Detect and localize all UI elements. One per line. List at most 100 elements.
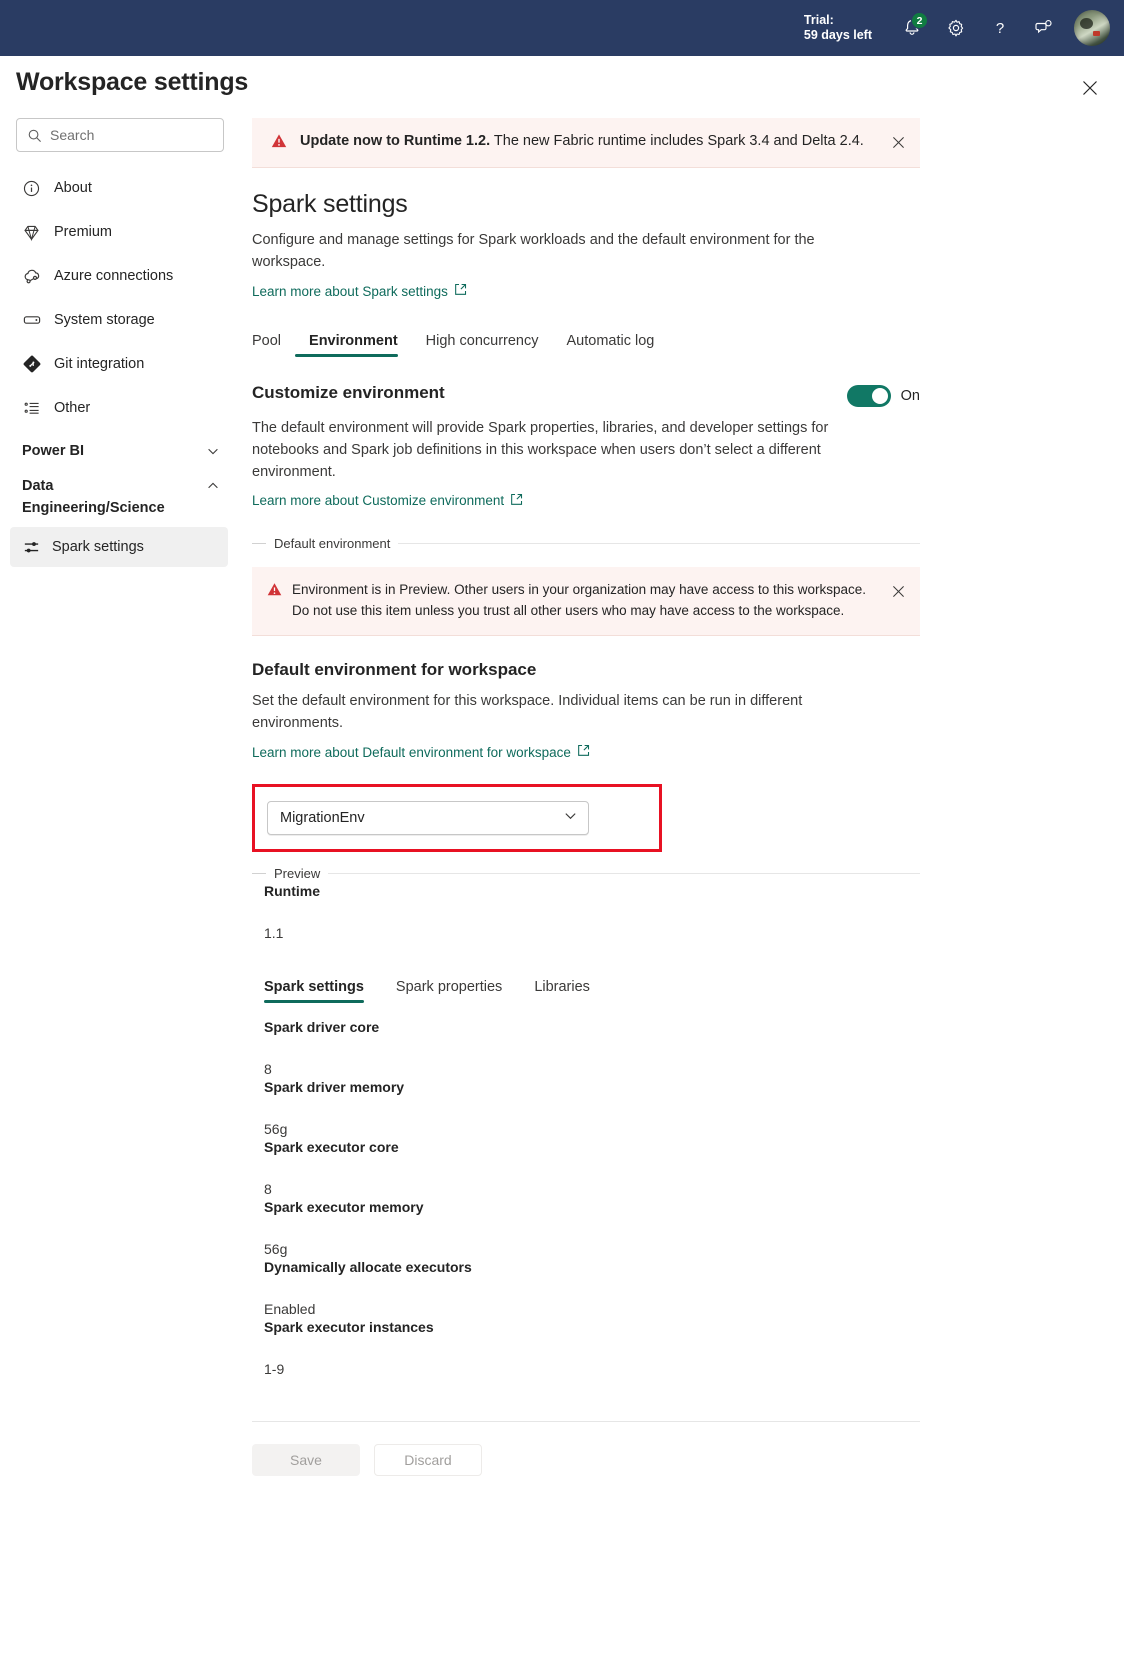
chevron-down-icon xyxy=(563,808,578,828)
default-environment-title: Default environment for workspace xyxy=(252,660,537,679)
close-icon xyxy=(892,136,904,148)
git-diamond-icon xyxy=(22,354,50,374)
inner-tab-spark-settings[interactable]: Spark settings xyxy=(264,975,380,1005)
setting-row: Spark driver core 8 xyxy=(264,1019,920,1077)
setting-label: Spark executor core xyxy=(264,1138,399,1155)
tab-automatic-log[interactable]: Automatic log xyxy=(552,327,668,359)
setting-label: Spark driver core xyxy=(264,1018,380,1035)
trial-label: Trial: xyxy=(803,13,834,27)
setting-value: Enabled xyxy=(264,1300,316,1317)
sidebar-group-label: Data Engineering/Science xyxy=(22,478,165,516)
sidebar-group-power-bi[interactable]: Power BI xyxy=(0,430,240,465)
storage-icon xyxy=(22,310,50,330)
settings-button[interactable] xyxy=(934,6,978,50)
app-bar-actions: Trial: 59 days left 2 ? xyxy=(804,6,1124,50)
learn-more-default-environment-link[interactable]: Learn more about Default environment for… xyxy=(252,744,590,760)
save-button[interactable]: Save xyxy=(252,1443,360,1476)
search-box[interactable] xyxy=(16,118,224,152)
search-icon xyxy=(28,129,41,142)
setting-value: 8 xyxy=(264,1180,272,1197)
runtime-label: Runtime xyxy=(264,882,320,899)
gear-icon xyxy=(948,19,964,37)
runtime-update-text: Update now to Runtime 1.2. The new Fabri… xyxy=(300,130,900,152)
sidebar-nav: About Premium Azure connections System s… xyxy=(0,166,240,430)
external-link-icon xyxy=(454,283,467,299)
customize-environment-title: Customize environment xyxy=(252,382,445,402)
fieldset-dash xyxy=(252,543,266,544)
dismiss-runtime-notice-button[interactable] xyxy=(886,130,910,154)
question-mark-icon: ? xyxy=(996,20,1004,37)
sidebar-item-label: Git integration xyxy=(54,356,145,372)
inner-tab-spark-properties[interactable]: Spark properties xyxy=(380,975,518,1005)
external-link-icon xyxy=(510,493,523,509)
sidebar-item-other[interactable]: Other xyxy=(0,386,240,430)
customize-environment-toggle[interactable] xyxy=(846,384,891,407)
environment-preview-panel: Runtime 1.1 xyxy=(252,883,920,941)
preview-fieldset-legend: Preview xyxy=(252,866,920,881)
link-label: Learn more about Spark settings xyxy=(252,283,448,299)
svg-text:?: ? xyxy=(996,20,1004,37)
setting-label: Spark executor memory xyxy=(264,1198,424,1215)
feedback-button[interactable] xyxy=(1022,6,1066,50)
sidebar-group-label: Power BI xyxy=(22,443,85,459)
avatar[interactable] xyxy=(1074,10,1110,46)
link-label: Learn more about Customize environment xyxy=(252,493,505,508)
sidebar-item-label: Other xyxy=(54,400,91,416)
footer-actions: Save Discard xyxy=(252,1443,920,1476)
environment-selector-highlight: MigrationEnv xyxy=(252,783,662,852)
cloud-link-icon xyxy=(22,266,50,286)
tab-high-concurrency[interactable]: High concurrency xyxy=(412,327,553,359)
chevron-up-icon xyxy=(206,479,220,498)
help-button[interactable]: ? xyxy=(978,6,1022,50)
notifications-button[interactable]: 2 xyxy=(890,6,934,50)
sidebar-item-label: Premium xyxy=(54,224,113,240)
spark-settings-list: Spark driver core 8 Spark driver memory … xyxy=(252,1019,920,1377)
learn-more-spark-settings-link[interactable]: Learn more about Spark settings xyxy=(252,283,467,299)
environment-select[interactable]: MigrationEnv xyxy=(267,800,589,835)
sidebar-item-git-integration[interactable]: Git integration xyxy=(0,342,240,386)
default-environment-fieldset-legend: Default environment xyxy=(252,536,920,551)
fieldset-rule xyxy=(328,872,920,874)
preview-notice-text: Environment is in Preview. Other users i… xyxy=(292,579,866,621)
sidebar-item-system-storage[interactable]: System storage xyxy=(0,298,240,342)
link-label: Learn more about Default environment for… xyxy=(252,744,571,760)
customize-environment-row: Customize environment On xyxy=(252,359,920,407)
tab-environment[interactable]: Environment xyxy=(295,327,412,359)
close-panel-button[interactable] xyxy=(1074,72,1106,104)
discard-button[interactable]: Discard xyxy=(374,1443,482,1476)
sidebar-item-azure-connections[interactable]: Azure connections xyxy=(0,254,240,298)
tab-pool[interactable]: Pool xyxy=(252,327,295,359)
search-input[interactable] xyxy=(50,127,213,143)
customize-environment-toggle-group: On xyxy=(846,384,920,407)
environment-detail-tabs: Spark settings Spark properties Librarie… xyxy=(252,975,920,1005)
trial-status: Trial: 59 days left xyxy=(804,13,872,43)
setting-value: 1-9 xyxy=(264,1360,285,1377)
fieldset-label: Preview xyxy=(274,865,321,881)
main-content: Update now to Runtime 1.2. The new Fabri… xyxy=(252,118,920,1476)
sidebar-group-data-engineering-science[interactable]: Data Engineering/Science xyxy=(0,465,240,521)
setting-value: 56g xyxy=(264,1120,288,1137)
close-icon xyxy=(892,585,904,597)
warning-triangle-icon xyxy=(266,581,283,603)
setting-label: Spark driver memory xyxy=(264,1078,405,1095)
dismiss-preview-notice-button[interactable] xyxy=(886,579,910,603)
sidebar-item-label: About xyxy=(54,180,92,196)
section-title: Spark settings xyxy=(252,190,408,218)
trial-days-left: 59 days left xyxy=(803,28,872,42)
settings-sidebar: About Premium Azure conne xyxy=(0,118,240,567)
setting-row: Dynamically allocate executors Enabled xyxy=(264,1259,920,1317)
default-environment-description: Set the default environment for this wor… xyxy=(252,693,803,731)
sidebar-item-spark-settings[interactable]: Spark settings xyxy=(10,527,228,567)
close-icon xyxy=(1083,81,1097,95)
sidebar-item-premium[interactable]: Premium xyxy=(0,210,240,254)
preview-notice-line-1: Environment is in Preview. Other users i… xyxy=(292,582,867,597)
runtime-update-notice: Update now to Runtime 1.2. The new Fabri… xyxy=(252,118,920,168)
inner-tab-libraries[interactable]: Libraries xyxy=(518,975,606,1005)
footer-divider xyxy=(252,1420,920,1422)
warning-triangle-icon xyxy=(270,132,288,155)
sidebar-item-about[interactable]: About xyxy=(0,166,240,210)
setting-row: Spark executor core 8 xyxy=(264,1139,920,1197)
top-app-bar: Trial: 59 days left 2 ? xyxy=(0,0,1124,56)
preview-notice-line-2: Do not use this item unless you trust al… xyxy=(292,603,845,618)
learn-more-customize-environment-link[interactable]: Learn more about Customize environment xyxy=(252,493,523,509)
